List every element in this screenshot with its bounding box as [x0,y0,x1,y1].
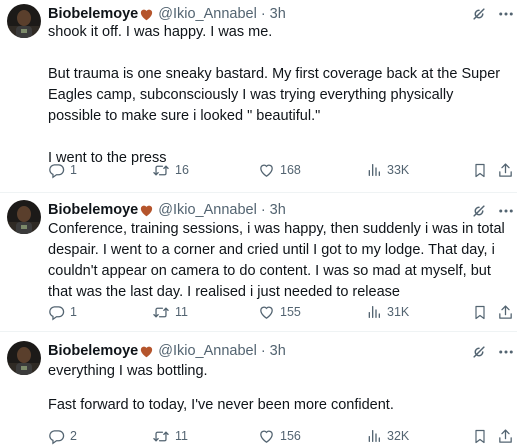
tweet[interactable]: Biobelemoye @Ikio_Annabel · 3h Conferenc… [0,194,517,332]
bookmark-icon [472,162,488,179]
grok-icon[interactable] [470,202,488,220]
bookmark-button[interactable] [472,425,488,447]
reply-count: 2 [70,429,77,443]
share-icon [497,304,514,321]
share-button[interactable] [497,159,514,181]
like-count: 156 [280,429,301,443]
repost-button[interactable]: 11 [152,301,188,323]
grok-icon[interactable] [470,343,488,361]
repost-count: 11 [175,429,188,443]
reply-button[interactable]: 1 [48,159,77,181]
reply-button[interactable]: 2 [48,425,77,447]
author-handle[interactable]: @Ikio_Annabel [158,6,257,22]
separator-dot: · [260,6,266,22]
tweet-paragraph: Fast forward to today, I've never been m… [48,397,394,413]
more-icon[interactable] [497,343,515,361]
repost-count: 16 [175,163,189,177]
tweet-header: Biobelemoye @Ikio_Annabel · 3h [48,200,286,220]
repost-count: 11 [175,305,188,319]
avatar[interactable] [7,4,41,38]
views-icon [366,162,382,178]
share-button[interactable] [497,425,514,447]
author-name[interactable]: Biobelemoye [48,343,138,359]
reply-icon [48,162,65,179]
tweet-header: Biobelemoye @Ikio_Annabel · 3h [48,4,286,24]
tweet-text: Conference, training sessions, i was hap… [48,219,510,303]
more-icon[interactable] [497,202,515,220]
timestamp[interactable]: 3h [270,6,286,22]
more-icon[interactable] [497,5,515,23]
like-icon [258,162,275,179]
tweet-text: shook it off. I was happy. I was me. But… [48,22,510,169]
author-handle[interactable]: @Ikio_Annabel [158,202,257,218]
avatar[interactable] [7,341,41,375]
repost-button[interactable]: 11 [152,425,188,447]
like-button[interactable]: 156 [258,425,301,447]
tweet-paragraph: shook it off. I was happy. I was me. [48,24,273,40]
share-button[interactable] [497,301,514,323]
reply-icon [48,428,65,445]
views-button[interactable]: 33K [366,159,409,181]
repost-icon [152,162,170,179]
action-bar: 1 16 168 33K [48,159,517,181]
like-count: 155 [280,305,301,319]
avatar[interactable] [7,200,41,234]
like-button[interactable]: 155 [258,301,301,323]
brown-heart-icon [139,7,154,21]
action-bar: 2 11 156 32K [48,425,517,447]
bookmark-icon [472,428,488,445]
like-icon [258,304,275,321]
like-count: 168 [280,163,301,177]
thread: Biobelemoye @Ikio_Annabel · 3h shook it … [0,0,517,447]
brown-heart-icon [139,344,154,358]
like-icon [258,428,275,445]
timestamp[interactable]: 3h [270,202,286,218]
repost-button[interactable]: 16 [152,159,189,181]
separator-dot: · [260,202,266,218]
author-name[interactable]: Biobelemoye [48,202,138,218]
repost-icon [152,428,170,445]
bookmark-button[interactable] [472,301,488,323]
author-handle[interactable]: @Ikio_Annabel [158,343,257,359]
tweet-paragraph: everything I was bottling. [48,363,208,379]
view-count: 32K [387,429,410,443]
tweet-header: Biobelemoye @Ikio_Annabel · 3h [48,341,286,361]
tweet[interactable]: Biobelemoye @Ikio_Annabel · 3h shook it … [0,0,517,193]
reply-icon [48,304,65,321]
views-icon [366,428,382,444]
repost-icon [152,304,170,321]
share-icon [497,428,514,445]
views-button[interactable]: 31K [366,301,409,323]
timestamp[interactable]: 3h [270,343,286,359]
reply-count: 1 [70,163,77,177]
view-count: 33K [387,163,410,177]
views-icon [366,304,382,320]
share-icon [497,162,514,179]
tweet-text: everything I was bottling. Fast forward … [48,361,510,416]
like-button[interactable]: 168 [258,159,301,181]
reply-count: 1 [70,305,77,319]
view-count: 31K [387,305,410,319]
bookmark-icon [472,304,488,321]
separator-dot: · [260,343,266,359]
brown-heart-icon [139,203,154,217]
tweet-paragraph: But trauma is one sneaky bastard. My fir… [48,66,505,124]
tweet[interactable]: Biobelemoye @Ikio_Annabel · 3h everythin… [0,333,517,447]
bookmark-button[interactable] [472,159,488,181]
grok-icon[interactable] [470,5,488,23]
author-name[interactable]: Biobelemoye [48,6,138,22]
reply-button[interactable]: 1 [48,301,77,323]
action-bar: 1 11 155 31K [48,301,517,323]
tweet-paragraph: Conference, training sessions, i was hap… [48,221,509,300]
views-button[interactable]: 32K [366,425,409,447]
